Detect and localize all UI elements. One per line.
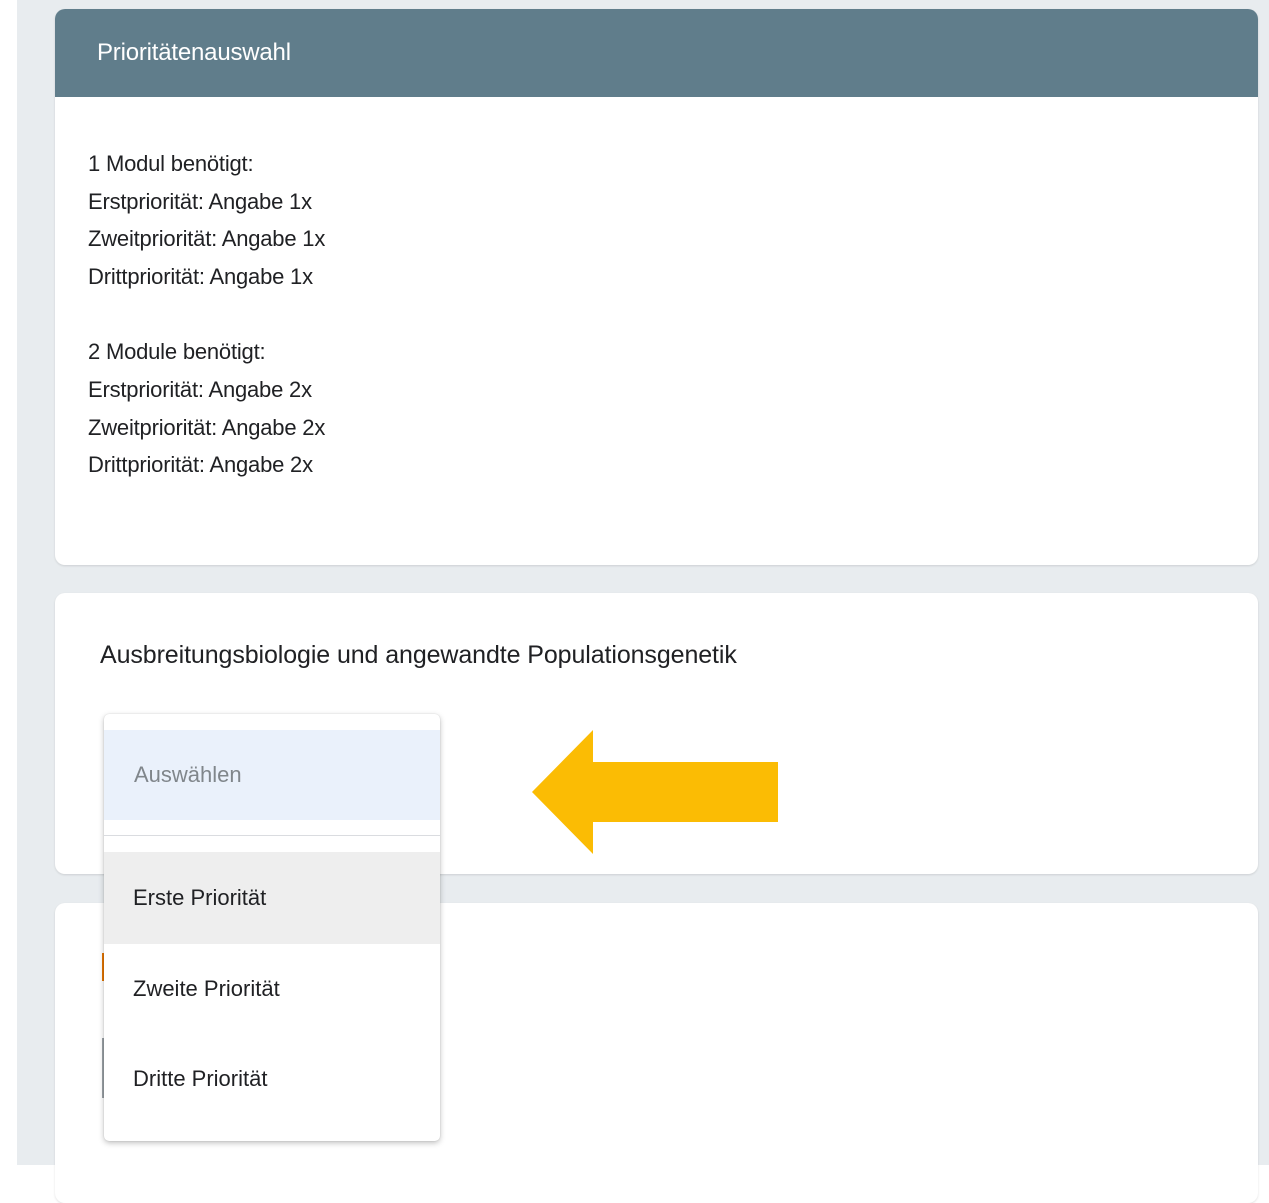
- arrow-shape: [532, 730, 778, 854]
- two-modules-second-priority: Zweitpriorität: Angabe 2x: [88, 414, 326, 440]
- card-header-title: Prioritätenauswahl: [55, 9, 1258, 97]
- priority-instructions: 1 Modul benötigt: Erstpriorität: Angabe …: [88, 145, 325, 484]
- priority-info-card: Prioritätenauswahl 1 Modul benötigt: Ers…: [55, 9, 1258, 565]
- dropdown-option-second-priority[interactable]: Zweite Priorität: [104, 943, 440, 1035]
- priority-dropdown-menu[interactable]: Auswählen Erste Priorität Zweite Priorit…: [104, 714, 440, 1141]
- instructions-spacer: [88, 295, 325, 333]
- two-modules-heading: 2 Module benötigt:: [88, 339, 266, 365]
- dropdown-option-third-priority[interactable]: Dritte Priorität: [104, 1033, 440, 1125]
- dropdown-option-placeholder[interactable]: Auswählen: [104, 730, 440, 820]
- two-modules-first-priority: Erstpriorität: Angabe 2x: [88, 376, 312, 402]
- dropdown-divider: [104, 835, 440, 836]
- dropdown-option-first-priority[interactable]: Erste Priorität: [104, 852, 440, 944]
- two-modules-third-priority: Drittpriorität: Angabe 2x: [88, 452, 313, 478]
- left-arrow-icon: [532, 730, 778, 854]
- question-title: Ausbreitungsbiologie und angewandte Popu…: [100, 641, 737, 669]
- one-module-heading: 1 Modul benötigt:: [88, 151, 254, 176]
- one-module-second-priority: Zweitpriorität: Angabe 1x: [88, 226, 326, 252]
- one-module-first-priority: Erstpriorität: Angabe 1x: [88, 188, 312, 214]
- one-module-third-priority: Drittpriorität: Angabe 1x: [88, 263, 313, 289]
